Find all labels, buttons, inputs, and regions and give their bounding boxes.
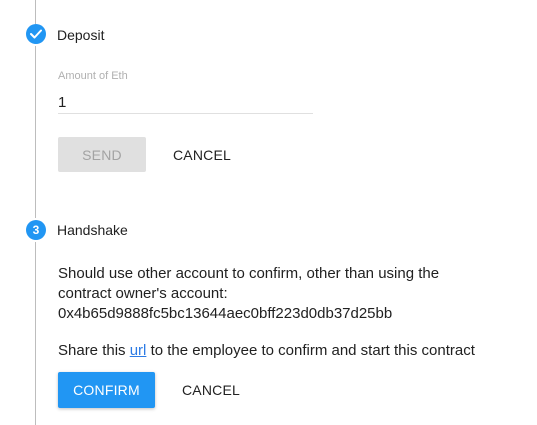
step-title-handshake: Handshake (57, 222, 128, 238)
amount-label: Amount of Eth (58, 70, 128, 82)
owner-address: 0x4b65d9888fc5bc13644aec0bff223d0db37d25… (58, 305, 393, 322)
confirm-button[interactable]: CONFIRM (58, 372, 155, 408)
handshake-message-line2: contract owner's account: (58, 285, 228, 302)
amount-input[interactable] (58, 91, 313, 114)
step-deposit-check-icon (26, 24, 46, 44)
cancel-handshake-button[interactable]: CANCEL (173, 372, 249, 408)
stepper-connector-deposit (35, 46, 36, 218)
send-button[interactable]: SEND (58, 137, 146, 172)
share-instructions: Share this url to the employee to confir… (58, 341, 475, 360)
step-handshake-number: 3 (26, 220, 46, 240)
share-url-link[interactable]: url (130, 342, 147, 359)
share-suffix: to the employee to confirm and start thi… (150, 342, 475, 359)
stepper-connector-top (35, 0, 36, 24)
share-prefix: Share this (58, 342, 126, 359)
step-title-deposit: Deposit (57, 27, 105, 43)
cancel-deposit-button[interactable]: CANCEL (164, 137, 240, 172)
handshake-message-line1: Should use other account to confirm, oth… (58, 265, 440, 282)
stepper-connector-handshake (35, 242, 36, 425)
